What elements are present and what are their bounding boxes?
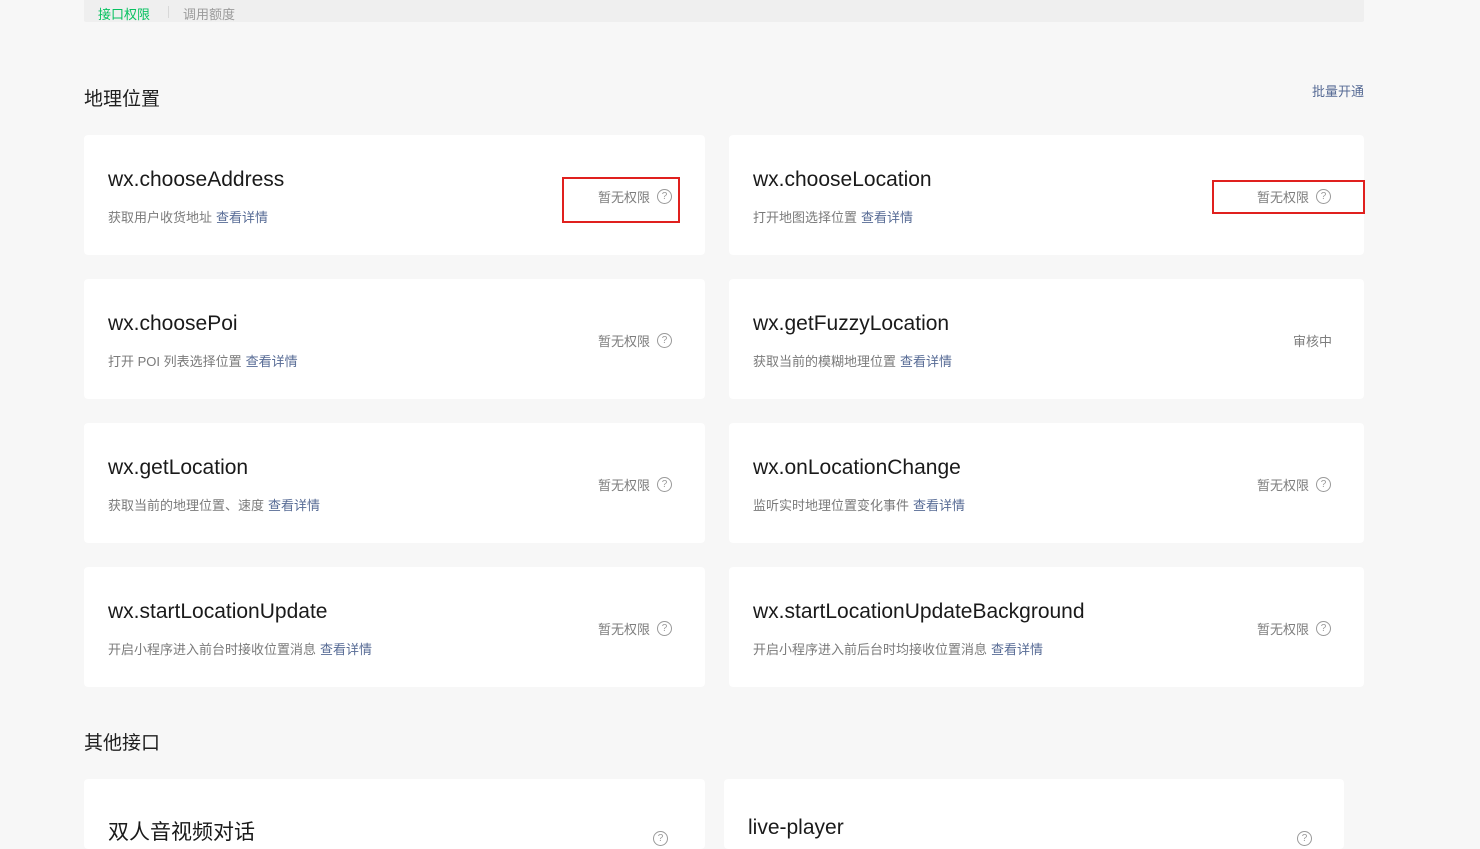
api-description: 获取当前的地理位置、速度 查看详情 [108,495,320,514]
api-card-chooseLocation: wx.chooseLocation 打开地图选择位置 查看详情 暂无权限? [729,135,1364,255]
api-description: 打开地图选择位置 查看详情 [753,207,913,226]
tab-api-permissions[interactable]: 接口权限 [98,4,150,23]
api-description-text: 打开地图选择位置 [753,210,858,225]
api-card-getLocation: wx.getLocation 获取当前的地理位置、速度 查看详情 暂无权限? [84,423,705,543]
api-description: 开启小程序进入前台时接收位置消息 查看详情 [108,639,372,658]
api-card-live-player: live-player ? [724,779,1344,849]
api-card-chooseAddress: wx.chooseAddress 获取用户收货地址 查看详情 暂无权限? [84,135,705,255]
tab-divider [168,6,169,18]
api-card-dual-av-call: 双人音视频对话 ? [84,779,705,849]
api-card-getFuzzyLocation: wx.getFuzzyLocation 获取当前的模糊地理位置 查看详情 审核中 [729,279,1364,399]
api-description-text: 开启小程序进入前台时接收位置消息 [108,642,317,657]
view-details-link[interactable]: 查看详情 [913,498,965,513]
section-title-location: 地理位置 [84,89,161,110]
api-name: live-player [748,816,844,839]
api-description: 开启小程序进入前后台时均接收位置消息 查看详情 [753,639,1043,658]
permission-status: 暂无权限? [598,331,672,350]
api-name: wx.getFuzzyLocation [753,312,950,335]
api-description: 监听实时地理位置变化事件 查看详情 [753,495,965,514]
question-icon[interactable]: ? [657,477,672,492]
api-name: wx.getLocation [108,456,249,479]
api-description-text: 获取当前的地理位置、速度 [108,498,265,513]
status-label: 暂无权限 [597,190,650,205]
question-icon[interactable]: ? [1297,831,1312,846]
api-description: 打开 POI 列表选择位置 查看详情 [108,351,298,370]
section-title-other: 其他接口 [84,733,161,754]
api-description-text: 监听实时地理位置变化事件 [753,498,910,513]
question-icon[interactable]: ? [657,621,672,636]
status-label: 暂无权限 [1256,478,1309,493]
tab-bar: 接口权限 调用额度 [84,0,1364,22]
api-name: wx.startLocationUpdate [108,600,328,623]
api-description-text: 开启小程序进入前后台时均接收位置消息 [753,642,988,657]
status-label: 审核中 [1292,334,1332,349]
api-name: wx.chooseAddress [108,168,285,191]
status-label: 暂无权限 [597,622,650,637]
tab-call-quota[interactable]: 调用额度 [183,4,235,23]
view-details-link[interactable]: 查看详情 [268,498,320,513]
api-name: wx.startLocationUpdateBackground [753,600,1085,623]
view-details-link[interactable]: 查看详情 [991,642,1043,657]
api-description-text: 打开 POI 列表选择位置 [108,354,242,369]
api-card-onLocationChange: wx.onLocationChange 监听实时地理位置变化事件 查看详情 暂无权… [729,423,1364,543]
view-details-link[interactable]: 查看详情 [320,642,372,657]
api-name: wx.chooseLocation [753,168,932,191]
api-name: wx.onLocationChange [753,456,961,479]
question-icon[interactable]: ? [1316,477,1331,492]
batch-enable-link[interactable]: 批量开通 [1312,81,1364,100]
api-card-startLocationUpdateBackground: wx.startLocationUpdateBackground 开启小程序进入… [729,567,1364,687]
permission-status: 暂无权限? [598,187,672,206]
api-description-text: 获取当前的模糊地理位置 [753,354,897,369]
question-icon[interactable]: ? [657,333,672,348]
api-description: 获取当前的模糊地理位置 查看详情 [753,351,952,370]
question-icon[interactable]: ? [1316,189,1331,204]
question-icon[interactable]: ? [1316,621,1331,636]
status-label: 暂无权限 [1256,622,1309,637]
question-icon[interactable]: ? [653,831,668,846]
api-description-text: 获取用户收货地址 [108,210,213,225]
view-details-link[interactable]: 查看详情 [861,210,913,225]
status-label: 暂无权限 [1256,190,1309,205]
status-label: 暂无权限 [597,478,650,493]
permission-status: 暂无权限? [598,619,672,638]
permission-status: 暂无权限? [1257,475,1331,494]
api-description: 获取用户收货地址 查看详情 [108,207,268,226]
permission-status: 审核中 [1293,331,1332,350]
api-name: 双人音视频对话 [108,821,255,844]
question-icon[interactable]: ? [657,189,672,204]
permission-status: 暂无权限? [598,475,672,494]
api-card-choosePoi: wx.choosePoi 打开 POI 列表选择位置 查看详情 暂无权限? [84,279,705,399]
status-label: 暂无权限 [597,334,650,349]
api-name: wx.choosePoi [108,312,238,335]
permission-status: 暂无权限? [1257,187,1331,206]
api-card-startLocationUpdate: wx.startLocationUpdate 开启小程序进入前台时接收位置消息查… [84,567,705,687]
view-details-link[interactable]: 查看详情 [246,354,298,369]
permission-status: 暂无权限? [1257,619,1331,638]
view-details-link[interactable]: 查看详情 [216,210,268,225]
view-details-link[interactable]: 查看详情 [900,354,952,369]
